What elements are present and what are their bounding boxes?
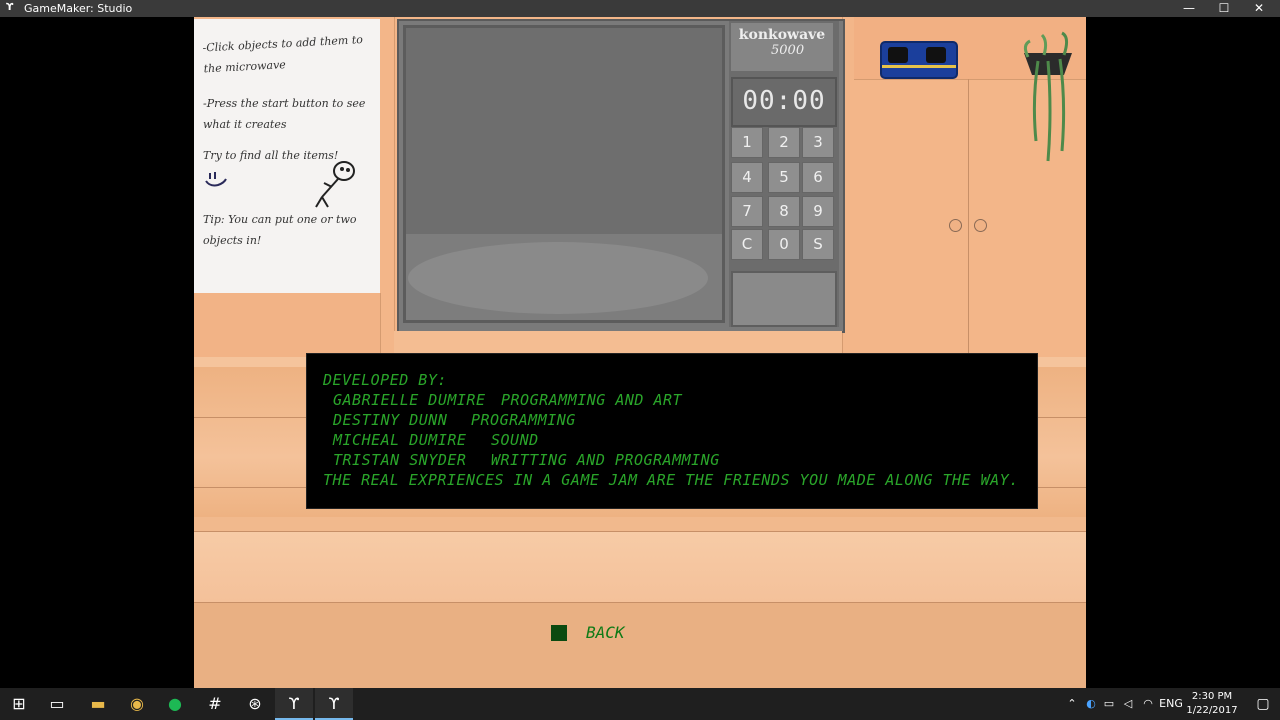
clock-time: 2:30 PM (1191, 691, 1233, 702)
note-line: Tip: You can put one or two objects in! (203, 213, 357, 247)
credits-footer: THE REAL EXPRIENCES IN A GAME JAM ARE TH… (323, 471, 1019, 489)
maximize-button[interactable]: ☐ (1207, 0, 1241, 17)
microwave-shelf (394, 331, 842, 354)
floor-band (194, 532, 1086, 602)
window-title: GameMaker: Studio (24, 2, 133, 15)
windows-start-icon[interactable]: ⊞ (0, 688, 38, 720)
cabinet-knob[interactable] (974, 219, 987, 232)
back-button-square[interactable] (551, 625, 567, 641)
shelf-divider (394, 17, 395, 357)
wifi-icon[interactable]: ◠ (1138, 688, 1158, 720)
brand-name: konkowave (738, 27, 826, 43)
game-canvas: -Click objects to add them to the microw… (194, 17, 1086, 688)
floor (194, 602, 1086, 688)
spotify-icon[interactable]: ● (156, 688, 194, 720)
keypad: 1 2 3 4 5 6 7 8 9 C 0 S (731, 127, 835, 263)
taskbar: ⊞ ▭ ▬ ◉ ● # ⊛ ϒ ϒ ⌃ ◐ ▭ ◁ ◠ ENG 2:30 PM … (0, 688, 1280, 720)
credit-role: WRITTING AND PROGRAMMING (491, 451, 720, 469)
task-view-icon[interactable]: ▭ (38, 688, 76, 720)
credit-role: PROGRAMMING AND ART (501, 391, 683, 409)
slack-icon[interactable]: # (196, 688, 234, 720)
key-8[interactable]: 8 (768, 196, 800, 227)
credit-name: GABRIELLE DUMIRE (333, 391, 486, 409)
floor-edge (194, 602, 1086, 603)
gamemaker-icon[interactable]: ϒ (315, 688, 353, 720)
instruction-note: -Click objects to add them to the microw… (194, 19, 380, 293)
back-button[interactable]: BACK (586, 623, 625, 643)
cabinet-door-split (968, 79, 969, 357)
key-5[interactable]: 5 (768, 162, 800, 193)
notification-icon[interactable]: ▢ (1246, 688, 1280, 720)
volume-icon[interactable]: ◁ (1119, 688, 1137, 720)
creature-doodle-icon (315, 161, 355, 208)
battery-icon[interactable]: ▭ (1100, 688, 1118, 720)
hand-doodle-icon (205, 172, 227, 187)
window-title-bar: ϒ GameMaker: Studio — ☐ ✕ (0, 0, 1280, 17)
microwave: konkowave 5000 00:00 1 2 3 4 5 6 7 8 9 C… (397, 19, 845, 333)
toaster-item[interactable] (880, 41, 958, 79)
clock[interactable]: 2:30 PM 1/22/2017 (1176, 690, 1248, 718)
hanging-plant-icon[interactable] (1018, 31, 1078, 171)
toaster-stripe (882, 65, 956, 68)
key-9[interactable]: 9 (802, 196, 834, 227)
key-2[interactable]: 2 (768, 127, 800, 158)
microwave-control-panel: konkowave 5000 00:00 1 2 3 4 5 6 7 8 9 C… (729, 21, 839, 327)
toaster-slot (926, 47, 946, 63)
note-line: -Press the start button to see what it c… (203, 97, 366, 131)
key-7[interactable]: 7 (731, 196, 763, 227)
clock-date: 1/22/2017 (1186, 705, 1238, 716)
credit-name: TRISTAN SNYDER (333, 451, 467, 469)
chevron-up-icon[interactable]: ⌃ (1064, 688, 1080, 720)
minimize-button[interactable]: — (1172, 0, 1206, 17)
credits-heading: DEVELOPED BY: (323, 371, 447, 389)
gamemaker-icon[interactable]: ϒ (275, 688, 313, 720)
credit-name: MICHEAL DUMIRE (333, 431, 467, 449)
close-button[interactable]: ✕ (1242, 0, 1276, 17)
brand-model: 5000 (771, 43, 805, 58)
key-1[interactable]: 1 (731, 127, 763, 158)
timer-display: 00:00 (731, 77, 837, 127)
credit-name: DESTINY DUNN (333, 411, 448, 429)
steam-icon[interactable]: ⊛ (236, 688, 274, 720)
credit-role: SOUND (491, 431, 539, 449)
key-4[interactable]: 4 (731, 162, 763, 193)
key-start[interactable]: S (802, 229, 834, 260)
key-0[interactable]: 0 (768, 229, 800, 260)
gamemaker-icon: ϒ (6, 2, 14, 13)
key-3[interactable]: 3 (802, 127, 834, 158)
cabinet-knob[interactable] (949, 219, 962, 232)
floor-edge (194, 531, 1086, 532)
onedrive-icon[interactable]: ◐ (1082, 688, 1100, 720)
credits-panel: DEVELOPED BY: GABRIELLE DUMIRE PROGRAMMI… (306, 353, 1038, 509)
microwave-plate (408, 242, 708, 314)
key-6[interactable]: 6 (802, 162, 834, 193)
microwave-start-button[interactable] (731, 271, 837, 327)
key-clear[interactable]: C (731, 229, 763, 260)
microwave-window[interactable] (403, 25, 725, 323)
note-line: -Click objects to add them to the microw… (202, 33, 364, 76)
credit-role: PROGRAMMING (471, 411, 576, 429)
shelf (194, 293, 381, 357)
chrome-icon[interactable]: ◉ (118, 688, 156, 720)
microwave-brand: konkowave 5000 (731, 23, 833, 71)
cabinet (854, 17, 1086, 357)
file-explorer-icon[interactable]: ▬ (79, 688, 117, 720)
toaster-slot (888, 47, 908, 63)
